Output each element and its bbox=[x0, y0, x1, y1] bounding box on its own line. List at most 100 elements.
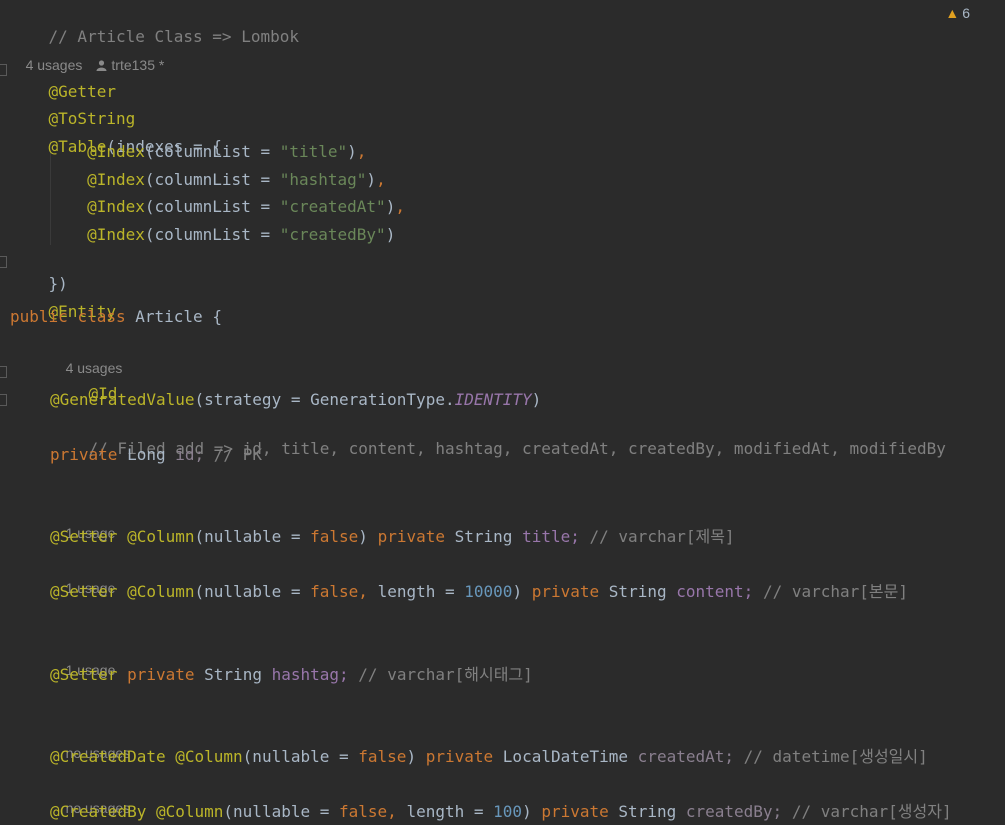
code-line-entity[interactable]: @Entity bbox=[10, 279, 116, 321]
index-annotation: @Index bbox=[87, 142, 145, 161]
code-vision-hint[interactable]: 1 usage bbox=[50, 555, 116, 596]
private-keyword: private bbox=[425, 747, 494, 766]
content-field: content; bbox=[676, 582, 754, 601]
code-line-class-decl[interactable]: public class Article { bbox=[10, 306, 222, 328]
private-keyword: private bbox=[377, 527, 445, 546]
column-annotation: @Column bbox=[175, 747, 243, 766]
createdby-comment: // varchar[생성자] bbox=[791, 802, 952, 821]
type-string: String bbox=[618, 802, 677, 821]
type-string: String bbox=[204, 665, 262, 684]
identity-constant: IDENTITY bbox=[454, 390, 532, 409]
author-hint[interactable]: trte135 * bbox=[111, 57, 164, 73]
private-keyword: private bbox=[50, 445, 118, 464]
column-args: (nullable = bbox=[194, 582, 311, 601]
code-line-fields-comment[interactable]: // Filed add => id, title, content, hash… bbox=[50, 416, 946, 458]
fold-marker-icon[interactable] bbox=[0, 394, 7, 406]
code-line-table-close[interactable]: }) bbox=[10, 251, 68, 293]
code-line-index-title[interactable]: @Index(columnList = "title"), bbox=[10, 141, 366, 163]
createdby-field: createdBy; bbox=[685, 802, 783, 821]
column-args: (nullable = bbox=[223, 802, 339, 821]
code-line-id-annotation[interactable]: @Id bbox=[50, 361, 118, 403]
code-vision-hint[interactable]: 1 usage bbox=[50, 500, 116, 541]
content-comment: // varchar[본문] bbox=[762, 582, 908, 601]
code-line-content-field[interactable]: @Setter @Column(nullable = false, length… bbox=[50, 581, 908, 603]
code-line-hashtag-field[interactable]: @Setter private String hashtag; // varch… bbox=[50, 664, 533, 686]
column-annotation: @Column bbox=[127, 582, 195, 601]
type-localdatetime: LocalDateTime bbox=[502, 747, 629, 766]
setter-annotation: @Setter bbox=[50, 527, 118, 546]
createdat-field: createdAt; bbox=[637, 747, 734, 766]
code-line-title-field[interactable]: @Setter @Column(nullable = false) privat… bbox=[50, 526, 735, 548]
code-vision-hint[interactable]: 4 usages bbox=[50, 335, 123, 376]
paren: ) bbox=[358, 527, 368, 546]
comma: , bbox=[358, 582, 368, 601]
code-vision-hint[interactable]: 1 usage bbox=[50, 637, 116, 678]
false-keyword: false bbox=[339, 802, 388, 821]
index-args: (columnList = bbox=[144, 225, 280, 244]
code-line-tostring[interactable]: @ToString bbox=[10, 86, 136, 128]
index-args: (columnList = bbox=[144, 142, 280, 161]
type-long: Long bbox=[127, 445, 166, 464]
comma: , bbox=[356, 142, 367, 161]
warning-count: 6 bbox=[962, 5, 970, 21]
hashtag-field: hashtag; bbox=[271, 665, 349, 684]
fold-marker-icon[interactable] bbox=[0, 256, 7, 268]
index-value: "createdBy" bbox=[279, 225, 386, 244]
comma: , bbox=[387, 802, 397, 821]
column-args: (nullable = bbox=[194, 527, 311, 546]
paren: ) bbox=[385, 225, 396, 244]
code-line-createdat-field[interactable]: @CreatedDate @Column(nullable = false) p… bbox=[50, 746, 928, 768]
code-line-getter[interactable]: @Getter bbox=[10, 59, 116, 101]
paren: ) bbox=[531, 390, 542, 409]
code-editor[interactable]: ▲ 6 // Article Class => Lombok 4 usages t… bbox=[0, 0, 1005, 825]
title-comment: // varchar[제목] bbox=[589, 527, 735, 546]
code-line-generated-value[interactable]: @GeneratedValue(strategy = GenerationTyp… bbox=[50, 389, 541, 411]
length-arg: length = bbox=[406, 802, 494, 821]
code-line-header-comment[interactable]: // Article Class => Lombok bbox=[10, 4, 299, 46]
column-annotation: @Column bbox=[155, 802, 224, 821]
code-line-table[interactable]: @Table(indexes = { bbox=[10, 114, 222, 156]
code-line-index-hashtag[interactable]: @Index(columnList = "hashtag"), bbox=[10, 169, 386, 191]
code-line-createdby-field[interactable]: @CreatedBy @Column(nullable = false, len… bbox=[50, 801, 952, 823]
paren: ) bbox=[522, 802, 532, 821]
fold-marker-icon[interactable] bbox=[0, 64, 7, 76]
createdat-comment: // datetime[생성일시] bbox=[743, 747, 928, 766]
id-field: id; bbox=[175, 445, 205, 464]
setter-annotation: @Setter bbox=[50, 665, 118, 684]
class-keyword: class bbox=[77, 307, 126, 326]
code-line-index-createdat[interactable]: @Index(columnList = "createdAt"), bbox=[10, 196, 405, 218]
createdby-annotation: @CreatedBy bbox=[50, 802, 147, 821]
index-args: (columnList = bbox=[144, 170, 280, 189]
public-keyword: public bbox=[10, 307, 68, 326]
code-vision-hint[interactable]: no usages bbox=[50, 720, 131, 761]
index-annotation: @Index bbox=[87, 197, 145, 216]
hashtag-comment: // varchar[해시태그] bbox=[358, 665, 533, 684]
private-keyword: private bbox=[531, 582, 600, 601]
createddate-annotation: @CreatedDate bbox=[50, 747, 166, 766]
setter-annotation: @Setter bbox=[50, 582, 118, 601]
index-value: "title" bbox=[279, 142, 348, 161]
comma: , bbox=[376, 170, 386, 189]
inspection-widget[interactable]: ▲ 6 bbox=[945, 5, 970, 21]
false-keyword: false bbox=[310, 582, 359, 601]
false-keyword: false bbox=[310, 527, 359, 546]
fold-marker-icon[interactable] bbox=[0, 366, 7, 378]
generatedvalue-args: (strategy = GenerationType. bbox=[194, 390, 455, 409]
length-arg: length = bbox=[377, 582, 465, 601]
column-annotation: @Column bbox=[127, 527, 195, 546]
code-vision-hint[interactable]: no usages bbox=[50, 775, 131, 816]
private-keyword: private bbox=[541, 802, 609, 821]
code-line-index-createdby[interactable]: @Index(columnList = "createdBy") bbox=[10, 224, 395, 246]
length-value: 100 bbox=[493, 802, 523, 821]
paren: ) bbox=[366, 170, 377, 189]
index-value: "createdAt" bbox=[279, 197, 386, 216]
type-string: String bbox=[454, 527, 513, 546]
column-args: (nullable = bbox=[242, 747, 359, 766]
id-comment: // PK bbox=[213, 445, 262, 464]
index-annotation: @Index bbox=[87, 170, 145, 189]
index-annotation: @Index bbox=[87, 225, 145, 244]
code-vision-hint[interactable]: 4 usages trte135 * bbox=[10, 32, 165, 73]
code-line-id-field[interactable]: private Long id; // PK bbox=[50, 444, 262, 466]
false-keyword: false bbox=[358, 747, 407, 766]
paren: ) bbox=[385, 197, 396, 216]
